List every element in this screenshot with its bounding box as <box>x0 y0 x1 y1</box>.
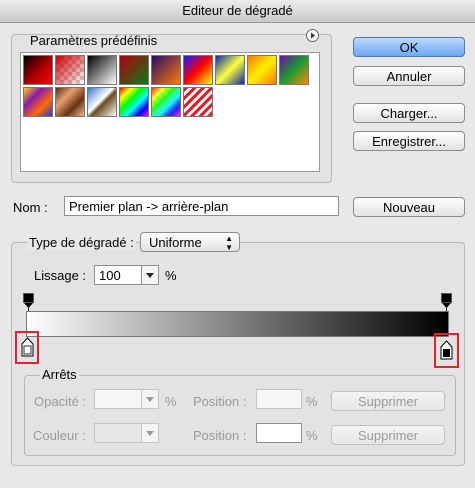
gradient-type-value: Uniforme <box>149 235 202 250</box>
opacity-position-field[interactable] <box>256 389 302 409</box>
color-position-unit: % <box>306 428 318 443</box>
opacity-stop-icon <box>23 293 34 311</box>
color-dropdown[interactable] <box>141 423 159 443</box>
color-stop-icon <box>21 337 34 357</box>
opacity-field[interactable] <box>94 389 142 409</box>
stops-label: Arrêts <box>40 367 79 382</box>
color-stop-left[interactable] <box>21 337 34 357</box>
preset-swatch[interactable] <box>119 87 149 117</box>
opacity-unit: % <box>165 394 177 409</box>
chevron-down-icon <box>146 397 154 402</box>
preset-swatch[interactable] <box>87 87 117 117</box>
gradient-type-select[interactable]: Uniforme ▲ ▼ <box>140 232 240 252</box>
color-swatch-field[interactable] <box>94 423 142 443</box>
smoothness-dropdown[interactable] <box>141 265 159 285</box>
cancel-button[interactable]: Annuler <box>353 66 465 86</box>
color-stop-icon <box>440 340 453 360</box>
preset-swatch[interactable] <box>183 87 213 117</box>
new-button[interactable]: Nouveau <box>353 197 465 217</box>
arrow-circle-icon[interactable] <box>306 29 319 42</box>
preset-swatch[interactable] <box>87 55 117 85</box>
save-button[interactable]: Enregistrer... <box>353 131 465 151</box>
name-field[interactable]: Premier plan -> arrière-plan <box>64 196 339 216</box>
smoothness-unit: % <box>165 268 177 283</box>
opacity-stop-left[interactable] <box>23 293 34 311</box>
preset-swatch[interactable] <box>23 55 53 85</box>
opacity-label: Opacité : <box>34 394 87 409</box>
gradient-editor-window: Editeur de dégradé Paramètres prédéfinis… <box>0 0 475 488</box>
presets-grid <box>20 52 320 172</box>
preset-swatch[interactable] <box>55 55 85 85</box>
name-label: Nom : <box>13 200 48 215</box>
updown-arrows-icon: ▲ ▼ <box>225 234 233 252</box>
window-title: Editeur de dégradé <box>0 0 475 23</box>
preset-swatch[interactable] <box>151 87 181 117</box>
presets-label: Paramètres prédéfinis <box>30 33 158 48</box>
preset-swatch[interactable] <box>247 55 277 85</box>
preset-swatch[interactable] <box>279 55 309 85</box>
preset-swatch[interactable] <box>55 87 85 117</box>
color-stop-right[interactable] <box>440 340 453 360</box>
preset-swatch[interactable] <box>119 55 149 85</box>
delete-opacity-stop-button[interactable]: Supprimer <box>331 391 445 411</box>
delete-color-stop-button[interactable]: Supprimer <box>331 425 445 445</box>
load-button[interactable]: Charger... <box>353 103 465 123</box>
preset-swatch[interactable] <box>183 55 213 85</box>
gradient-preview-bar[interactable] <box>26 311 449 337</box>
smoothness-field[interactable]: 100 <box>94 265 142 285</box>
color-label: Couleur : <box>33 428 86 443</box>
opacity-stop-icon <box>441 293 452 311</box>
opacity-position-unit: % <box>306 394 318 409</box>
ok-button[interactable]: OK <box>353 37 465 57</box>
opacity-stop-right[interactable] <box>441 293 452 311</box>
chevron-down-icon <box>146 431 154 436</box>
preset-swatch[interactable] <box>23 87 53 117</box>
color-position-label: Position : <box>193 428 247 443</box>
preset-swatch[interactable] <box>215 55 245 85</box>
preset-swatch[interactable] <box>151 55 181 85</box>
opacity-dropdown[interactable] <box>141 389 159 409</box>
gradient-type-label: Type de dégradé : <box>27 235 136 250</box>
smoothness-label: Lissage : <box>34 268 87 283</box>
chevron-down-icon <box>146 273 154 278</box>
opacity-position-label: Position : <box>193 394 247 409</box>
color-position-field[interactable] <box>256 423 302 443</box>
